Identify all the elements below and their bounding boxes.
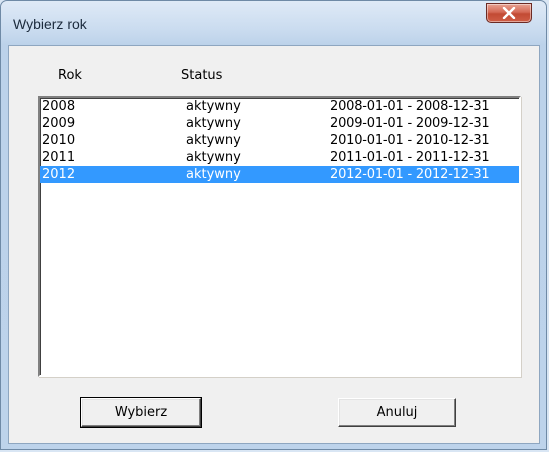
year-cell: 2012 <box>42 167 76 182</box>
select-button[interactable]: Wybierz <box>80 397 202 428</box>
list-item-2008[interactable]: 2008 aktywny 2008-01-01 - 2008-12-31 <box>40 98 519 115</box>
column-header-year: Rok <box>58 68 82 83</box>
list-header: Rok Status <box>9 46 539 98</box>
list-item-2012[interactable]: 2012 aktywny 2012-01-01 - 2012-12-31 <box>40 166 519 183</box>
list-item-2010[interactable]: 2010 aktywny 2010-01-01 - 2010-12-31 <box>40 132 519 149</box>
status-cell: aktywny <box>186 116 241 131</box>
status-cell: aktywny <box>186 150 241 165</box>
date-range-cell: 2008-01-01 - 2008-12-31 <box>330 99 490 114</box>
close-icon <box>502 7 516 19</box>
date-range-cell: 2012-01-01 - 2012-12-31 <box>330 167 490 182</box>
status-cell: aktywny <box>186 133 241 148</box>
column-header-status: Status <box>181 68 223 83</box>
window-title: Wybierz rok <box>13 16 87 32</box>
date-range-cell: 2011-01-01 - 2011-12-31 <box>330 150 490 165</box>
year-cell: 2011 <box>42 150 76 165</box>
status-cell: aktywny <box>186 167 241 182</box>
dialog-window: Wybierz rok Rok Status 2008 aktywny 2008… <box>0 0 547 450</box>
cancel-button[interactable]: Anuluj <box>338 398 456 427</box>
title-bar[interactable]: Wybierz rok <box>1 1 548 45</box>
date-range-cell: 2010-01-01 - 2010-12-31 <box>330 133 490 148</box>
list-item-2009[interactable]: 2009 aktywny 2009-01-01 - 2009-12-31 <box>40 115 519 132</box>
dialog-client-area: Rok Status 2008 aktywny 2008-01-01 - 200… <box>8 45 540 444</box>
year-list[interactable]: 2008 aktywny 2008-01-01 - 2008-12-31 200… <box>38 96 521 377</box>
date-range-cell: 2009-01-01 - 2009-12-31 <box>330 116 490 131</box>
year-cell: 2010 <box>42 133 76 148</box>
status-cell: aktywny <box>186 99 241 114</box>
year-cell: 2009 <box>42 116 76 131</box>
year-cell: 2008 <box>42 99 76 114</box>
list-item-2011[interactable]: 2011 aktywny 2011-01-01 - 2011-12-31 <box>40 149 519 166</box>
close-button[interactable] <box>486 3 532 23</box>
